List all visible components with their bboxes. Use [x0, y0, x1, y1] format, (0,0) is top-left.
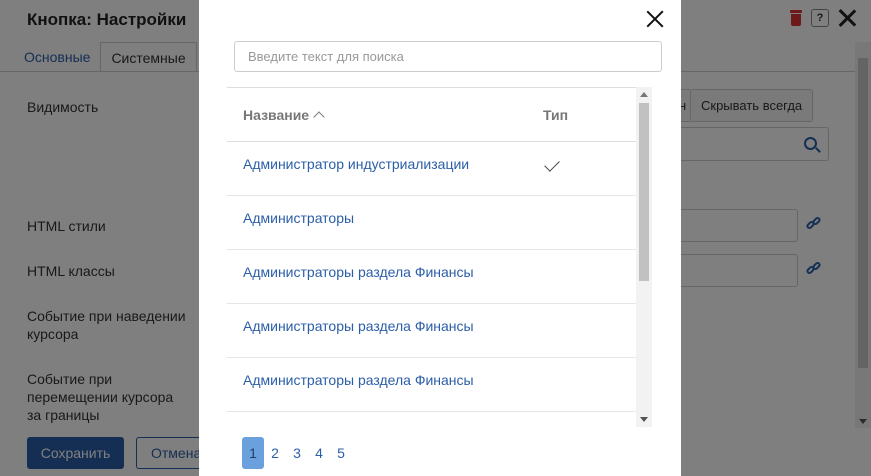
group-select-dialog: Название Тип Администратор индустриализа…: [199, 0, 681, 476]
check-icon: [544, 156, 560, 172]
page-button-4[interactable]: 4: [308, 437, 330, 469]
table-row[interactable]: Администраторы: [227, 196, 637, 250]
row-name[interactable]: Администраторы: [243, 210, 354, 226]
groups-table: Название Тип Администратор индустриализа…: [227, 87, 652, 427]
column-header-name-label: Название: [243, 107, 310, 123]
table-row[interactable]: Администраторы раздела Финансы: [227, 304, 637, 358]
page-button-3[interactable]: 3: [286, 437, 308, 469]
table-row[interactable]: Администраторы раздела Финансы: [227, 250, 637, 304]
search-input[interactable]: [234, 41, 662, 72]
scroll-down-icon[interactable]: [640, 417, 648, 422]
table-scrollbar-thumb[interactable]: [639, 103, 649, 281]
column-header-name[interactable]: Название: [243, 107, 325, 123]
table-header: Название Тип: [227, 88, 637, 142]
row-name[interactable]: Администраторы раздела Финансы: [243, 264, 474, 280]
close-icon[interactable]: [644, 8, 666, 30]
table-scrollbar[interactable]: [636, 87, 652, 427]
table-row[interactable]: Администраторы раздела Финансы: [227, 358, 637, 412]
page-button-2[interactable]: 2: [264, 437, 286, 469]
scroll-up-icon[interactable]: [640, 92, 648, 97]
sort-ascending-icon: [313, 111, 325, 123]
column-header-type[interactable]: Тип: [543, 107, 568, 123]
table-row[interactable]: Администратор индустриализации: [227, 142, 637, 196]
row-name[interactable]: Администраторы раздела Финансы: [243, 318, 474, 334]
pagination: 1 2 3 4 5: [242, 437, 352, 469]
row-name[interactable]: Администраторы раздела Финансы: [243, 372, 474, 388]
row-name[interactable]: Администратор индустриализации: [243, 156, 469, 172]
page-button-5[interactable]: 5: [330, 437, 352, 469]
page-button-1[interactable]: 1: [242, 437, 264, 469]
